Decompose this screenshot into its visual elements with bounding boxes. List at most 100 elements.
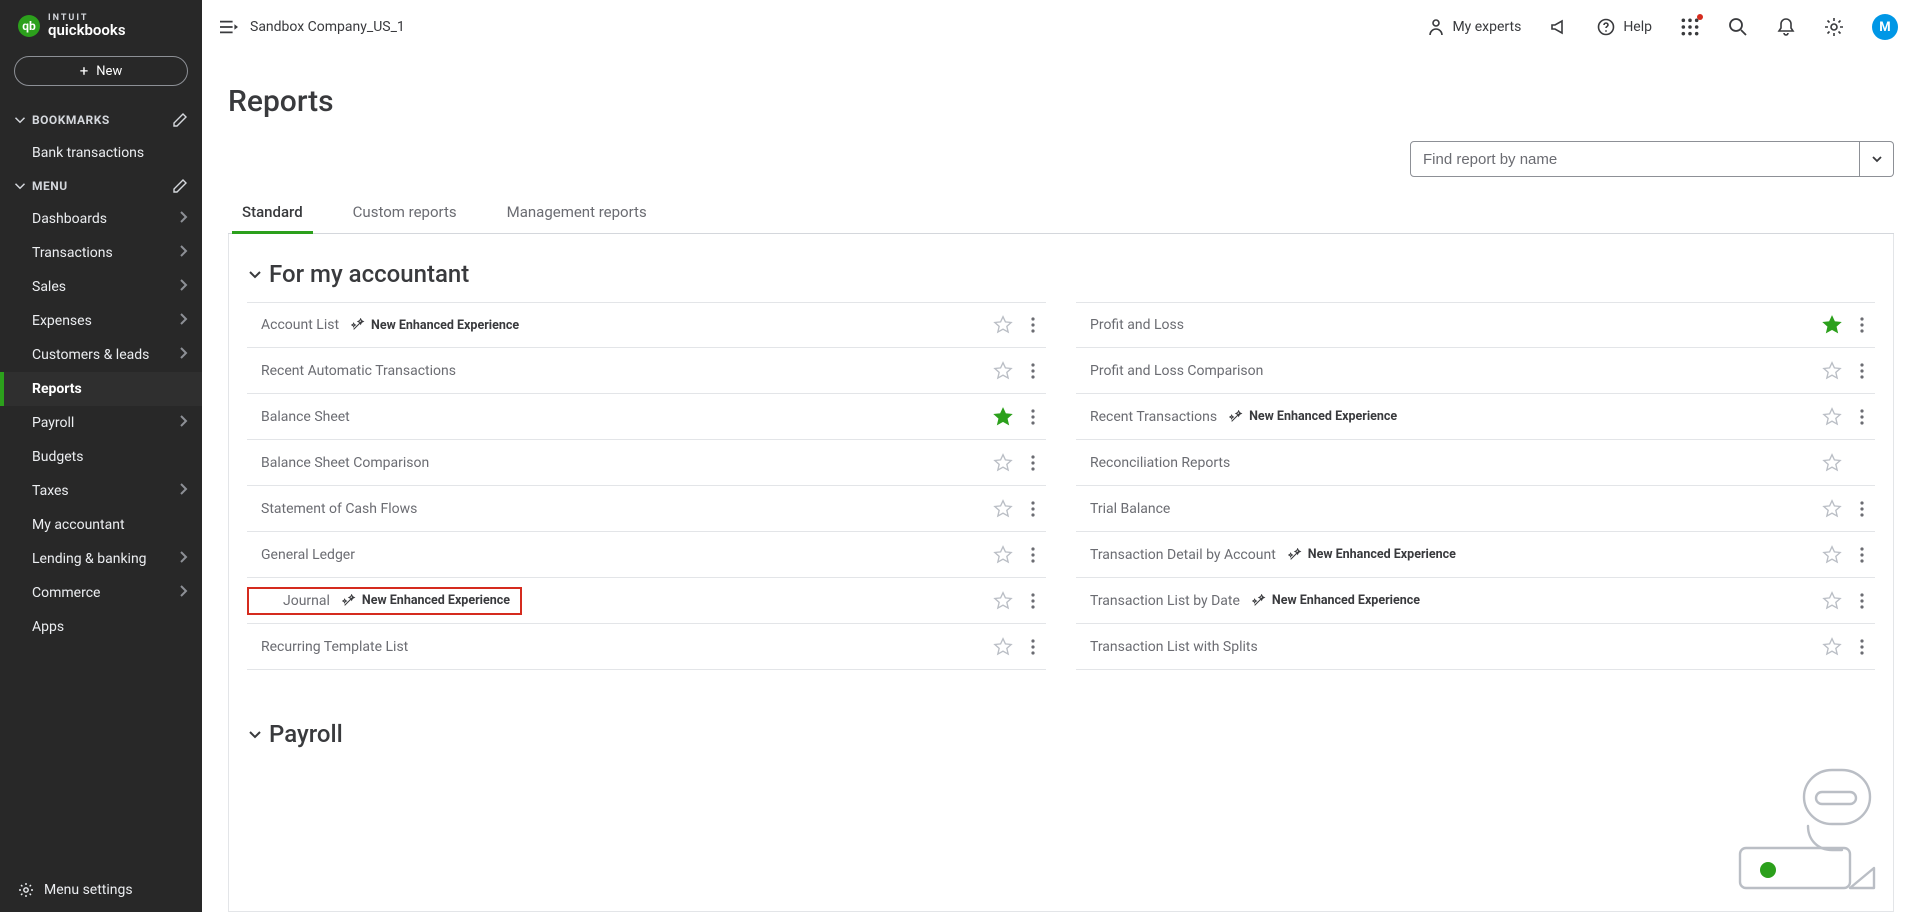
favorite-star-icon[interactable] — [992, 498, 1014, 520]
chevron-down-icon — [1871, 153, 1883, 165]
sidebar-item-sales[interactable]: Sales — [0, 270, 202, 304]
more-menu-icon[interactable] — [1024, 360, 1042, 382]
main: Sandbox Company_US_1 My experts Help — [202, 0, 1920, 912]
sidebar-item-dashboards[interactable]: Dashboards — [0, 202, 202, 236]
apps-grid-icon[interactable] — [1680, 17, 1700, 37]
report-row: Profit and Loss Comparison — [1076, 348, 1875, 394]
search-dropdown-toggle[interactable] — [1860, 141, 1894, 177]
favorite-star-icon[interactable] — [992, 314, 1014, 336]
sidebar-item-label: Budgets — [32, 449, 188, 465]
tab-standard[interactable]: Standard — [232, 203, 313, 233]
avatar[interactable]: M — [1872, 14, 1898, 40]
favorite-star-icon[interactable] — [1821, 544, 1843, 566]
more-menu-icon[interactable] — [1853, 544, 1871, 566]
chevron-right-icon — [178, 483, 188, 499]
report-link[interactable]: Statement of Cash Flows — [261, 501, 417, 517]
tab-management-reports[interactable]: Management reports — [497, 203, 657, 233]
pencil-icon[interactable] — [172, 112, 188, 128]
favorite-star-icon[interactable] — [992, 406, 1014, 428]
more-menu-icon[interactable] — [1024, 590, 1042, 612]
report-link[interactable]: Recurring Template List — [261, 639, 408, 655]
more-menu-icon[interactable] — [1024, 314, 1042, 336]
bell-icon[interactable] — [1776, 17, 1796, 37]
more-menu-icon[interactable] — [1853, 590, 1871, 612]
brand-logo[interactable]: qb INTUIT quickbooks — [0, 0, 202, 48]
menu-header[interactable]: MENU — [0, 170, 202, 202]
reports-scroll-area[interactable]: For my accountantAccount ListNew Enhance… — [228, 234, 1894, 912]
menu-settings[interactable]: Menu settings — [0, 868, 202, 912]
report-link[interactable]: Profit and Loss Comparison — [1090, 363, 1263, 379]
report-row: Trial Balance — [1076, 486, 1875, 532]
megaphone-icon[interactable] — [1549, 17, 1569, 37]
sidebar-item-bank-transactions[interactable]: Bank transactions — [0, 136, 202, 170]
sidebar-item-budgets[interactable]: Budgets — [0, 440, 202, 474]
new-button-label: New — [96, 64, 122, 79]
sidebar-item-commerce[interactable]: Commerce — [0, 576, 202, 610]
more-menu-icon[interactable] — [1853, 360, 1871, 382]
gear-icon[interactable] — [1824, 17, 1844, 37]
favorite-star-icon[interactable] — [992, 590, 1014, 612]
group-header[interactable]: Payroll — [247, 720, 1875, 748]
notification-dot — [1697, 14, 1703, 20]
more-menu-icon[interactable] — [1853, 498, 1871, 520]
expert-icon — [1428, 18, 1444, 36]
search-input[interactable] — [1410, 141, 1860, 177]
report-link[interactable]: Balance Sheet Comparison — [261, 455, 429, 471]
search-icon[interactable] — [1728, 17, 1748, 37]
company-name: Sandbox Company_US_1 — [250, 19, 405, 35]
collapse-nav-icon[interactable] — [220, 19, 238, 35]
report-link[interactable]: Profit and Loss — [1090, 317, 1184, 333]
more-menu-icon[interactable] — [1024, 636, 1042, 658]
sidebar-item-lending-banking[interactable]: Lending & banking — [0, 542, 202, 576]
pencil-icon[interactable] — [172, 178, 188, 194]
sidebar-item-taxes[interactable]: Taxes — [0, 474, 202, 508]
company-switcher[interactable]: Sandbox Company_US_1 — [220, 19, 405, 35]
more-menu-icon[interactable] — [1024, 452, 1042, 474]
report-link[interactable]: Account List — [261, 317, 339, 333]
group-header[interactable]: For my accountant — [247, 260, 1875, 288]
favorite-star-icon[interactable] — [992, 544, 1014, 566]
report-link[interactable]: General Ledger — [261, 547, 355, 563]
report-link[interactable]: Balance Sheet — [261, 409, 350, 425]
more-menu-icon[interactable] — [1024, 406, 1042, 428]
favorite-star-icon[interactable] — [1821, 636, 1843, 658]
more-menu-icon[interactable] — [1853, 406, 1871, 428]
report-link[interactable]: Transaction List by Date — [1090, 593, 1240, 609]
sidebar-item-expenses[interactable]: Expenses — [0, 304, 202, 338]
report-link[interactable]: Recent Transactions — [1090, 409, 1217, 425]
favorite-star-icon[interactable] — [992, 636, 1014, 658]
favorite-star-icon[interactable] — [1821, 314, 1843, 336]
more-menu-icon[interactable] — [1024, 544, 1042, 566]
favorite-star-icon[interactable] — [992, 452, 1014, 474]
sidebar-item-my-accountant[interactable]: My accountant — [0, 508, 202, 542]
report-link[interactable]: Journal — [283, 593, 330, 609]
my-experts[interactable]: My experts — [1428, 18, 1521, 36]
sidebar-item-label: Payroll — [32, 415, 178, 431]
more-menu-icon[interactable] — [1853, 636, 1871, 658]
bookmarks-header[interactable]: BOOKMARKS — [0, 104, 202, 136]
help[interactable]: Help — [1597, 18, 1652, 36]
report-link[interactable]: Trial Balance — [1090, 501, 1170, 517]
favorite-star-icon[interactable] — [1821, 360, 1843, 382]
report-row: Reconciliation Reports — [1076, 440, 1875, 486]
sidebar-item-payroll[interactable]: Payroll — [0, 406, 202, 440]
favorite-star-icon[interactable] — [1821, 452, 1843, 474]
favorite-star-icon[interactable] — [992, 360, 1014, 382]
favorite-star-icon[interactable] — [1821, 590, 1843, 612]
new-button[interactable]: + New — [14, 56, 188, 86]
sidebar-item-label: Apps — [32, 619, 188, 635]
report-link[interactable]: Reconciliation Reports — [1090, 455, 1230, 471]
favorite-star-icon[interactable] — [1821, 498, 1843, 520]
tab-custom-reports[interactable]: Custom reports — [343, 203, 467, 233]
sidebar-item-customers-leads[interactable]: Customers & leads — [0, 338, 202, 372]
report-link[interactable]: Transaction Detail by Account — [1090, 547, 1276, 563]
more-menu-icon[interactable] — [1024, 498, 1042, 520]
favorite-star-icon[interactable] — [1821, 406, 1843, 428]
chevron-down-icon — [14, 114, 32, 126]
sidebar-item-reports[interactable]: Reports — [0, 372, 202, 406]
more-menu-icon[interactable] — [1853, 314, 1871, 336]
sidebar-item-transactions[interactable]: Transactions — [0, 236, 202, 270]
report-link[interactable]: Recent Automatic Transactions — [261, 363, 456, 379]
sidebar-item-apps[interactable]: Apps — [0, 610, 202, 644]
report-link[interactable]: Transaction List with Splits — [1090, 639, 1258, 655]
